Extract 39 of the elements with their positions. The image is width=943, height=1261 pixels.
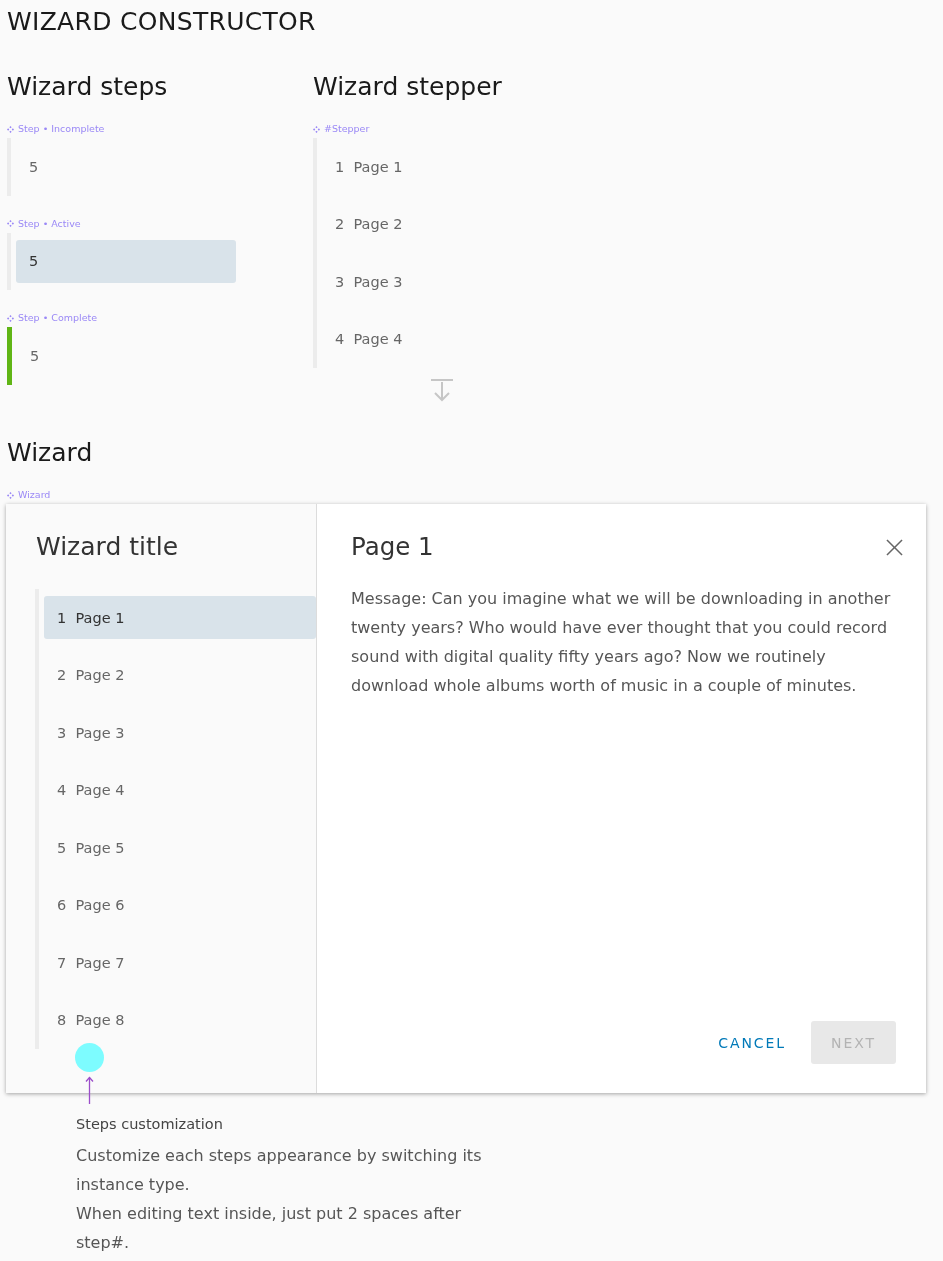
page-title: WIZARD CONSTRUCTOR <box>7 8 317 36</box>
annotation-title: Steps customization <box>76 1115 224 1133</box>
component-label: Wizard <box>18 488 51 502</box>
close-button[interactable] <box>886 538 903 556</box>
annotation-text: Customize each steps appearance by switching its instance type. <box>76 1145 483 1196</box>
close-icon <box>886 538 903 556</box>
wizard-step[interactable]: 5 <box>16 145 236 189</box>
page-heading: Page 1 <box>351 532 434 562</box>
component-icon <box>7 491 14 499</box>
annotation-arrow <box>85 1076 94 1104</box>
component-label: Step • Complete <box>18 311 98 325</box>
component-label: Step • Active <box>18 216 81 231</box>
component-icon <box>7 125 14 133</box>
stepper-step[interactable]: 4 Page 4 <box>322 317 557 361</box>
wizard-nav-step[interactable]: 4 Page 4 <box>44 768 316 812</box>
stepper-step[interactable]: 1 Page 1 <box>322 145 557 189</box>
wizard-step[interactable]: 5 <box>16 239 236 283</box>
stepper-step[interactable]: 2 Page 2 <box>322 202 557 246</box>
section-heading: Wizard stepper <box>313 73 503 101</box>
wizard-nav-step[interactable]: 2 Page 2 <box>44 653 316 697</box>
component-icon <box>313 125 320 133</box>
component-icon <box>7 314 14 322</box>
cancel-button[interactable]: CANCEL <box>706 1021 798 1064</box>
component-label: #Stepper <box>324 122 370 136</box>
wizard-step[interactable]: 5 <box>17 334 236 378</box>
section-heading: Wizard steps <box>7 73 169 101</box>
wizard-nav-step[interactable]: 3 Page 3 <box>44 711 316 755</box>
wizard-nav-step[interactable]: 1 Page 1 <box>44 596 316 640</box>
wizard-nav-step[interactable]: 6 Page 6 <box>44 883 316 927</box>
wizard-nav-step[interactable]: 8 Page 8 <box>44 998 316 1042</box>
component-label: Step • Incomplete <box>18 122 105 136</box>
component-icon <box>7 220 14 227</box>
annotation-text: When editing text inside, just put 2 spaces after step#. <box>76 1203 463 1254</box>
wizard-nav-step[interactable]: 5 Page 5 <box>44 826 316 870</box>
stepper-step[interactable]: 3 Page 3 <box>322 260 557 304</box>
message-text: Message: Can you imagine what we will be downloading in another twenty years? Who would have ever thought that you could record sound with digital quality fifty years ago? Now we routinely download whole albums worth of music in a couple of minutes. <box>351 587 892 697</box>
wizard-nav-step[interactable]: 7 Page 7 <box>44 941 316 985</box>
section-heading: Wizard <box>7 439 94 467</box>
wizard-title: Wizard title <box>35 532 180 562</box>
